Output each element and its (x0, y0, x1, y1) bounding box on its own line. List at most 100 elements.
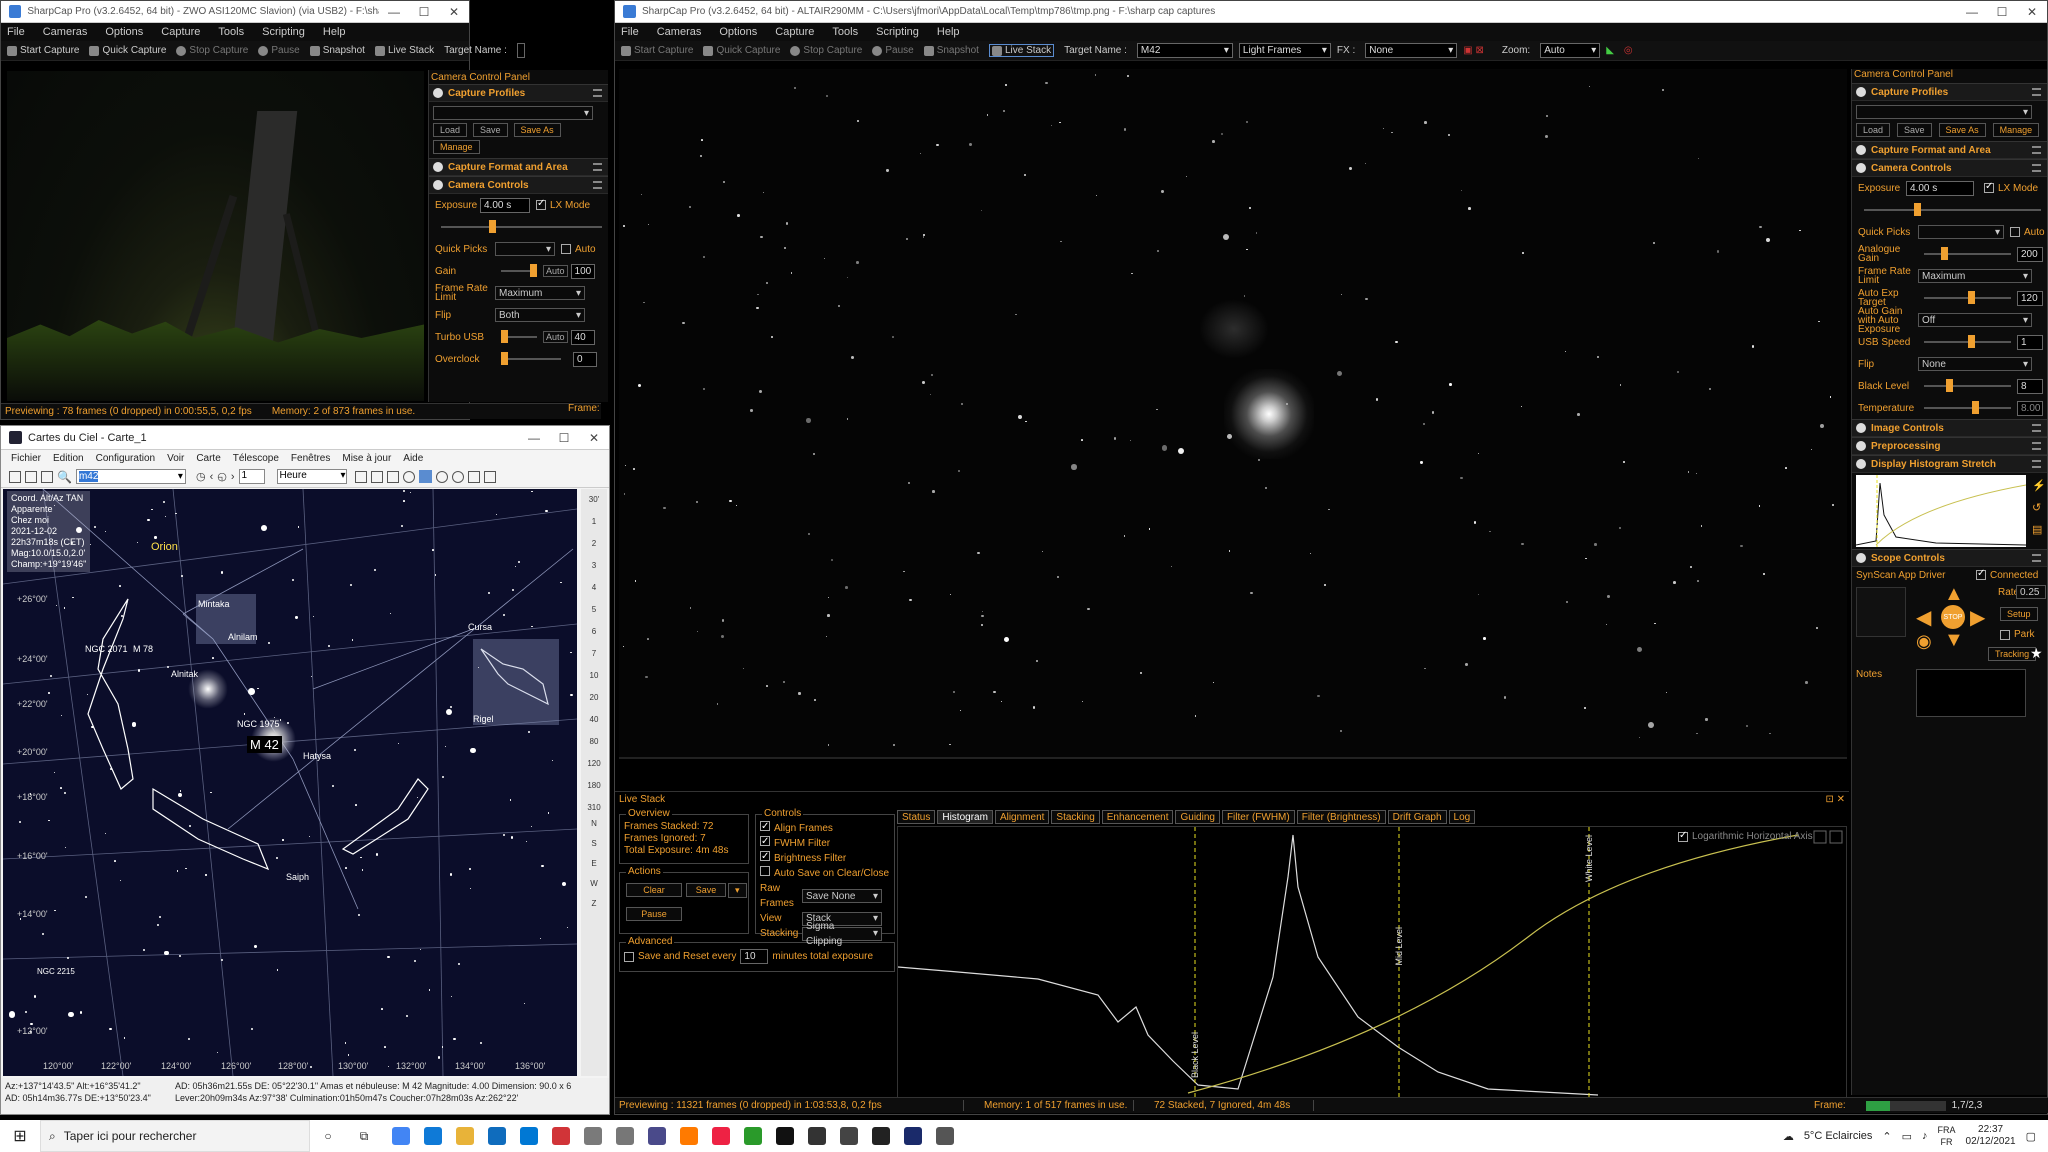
log-axis-toggle[interactable]: Logarithmic Horizontal Axis (1678, 830, 1813, 842)
telescope-icon[interactable] (418, 470, 432, 483)
start-capture-button[interactable]: Start Capture (7, 45, 79, 56)
section-capture-format[interactable]: Capture Format and Area (1852, 141, 2047, 159)
taskbar-app-icon[interactable] (552, 1127, 570, 1145)
minimize-icon[interactable]: — (379, 5, 409, 19)
tab-histogram[interactable]: Histogram (937, 810, 993, 824)
stop-slew-button[interactable]: STOP (1941, 605, 1965, 629)
network-icon[interactable]: ▭ (1902, 1130, 1912, 1143)
fov-item[interactable]: 5 (581, 599, 607, 621)
collapse-icon[interactable] (1856, 145, 1866, 155)
auto-checkbox[interactable] (561, 244, 571, 254)
stop-capture-button[interactable]: Stop Capture (790, 45, 862, 56)
window-titlebar[interactable]: SharpCap Pro (v3.2.6452, 64 bit) - ZWO A… (1, 1, 469, 23)
menu-icon[interactable] (2032, 424, 2041, 432)
stacking-select[interactable]: Sigma Clipping ▾ (802, 921, 882, 947)
pause-stack-button[interactable]: Pause (626, 907, 682, 921)
taskbar-app-icon[interactable] (808, 1127, 826, 1145)
menu-file[interactable]: File (621, 26, 639, 38)
analogue-gain-slider[interactable] (1924, 247, 2011, 260)
menu-cameras[interactable]: Cameras (657, 26, 702, 38)
align-frames-checkbox[interactable] (760, 819, 770, 834)
frame-rate-select[interactable]: Maximum ▾ (1918, 269, 2032, 283)
taskbar-app-icon[interactable] (680, 1127, 698, 1145)
collapse-icon[interactable] (433, 162, 443, 172)
turbo-usb-input[interactable]: 40 (570, 329, 595, 345)
menu-file[interactable]: File (7, 26, 25, 38)
auto-checkbox[interactable] (2010, 227, 2020, 237)
tracking-button[interactable]: Tracking (1988, 647, 2037, 661)
clock-icon[interactable]: ◷ (196, 470, 206, 483)
sky-chart[interactable]: Coord. Alt/Az TAN Apparente Chez moi 202… (3, 489, 577, 1076)
overclock-slider[interactable] (501, 352, 561, 365)
menu-icon[interactable] (593, 181, 602, 189)
gain-slider[interactable] (501, 264, 537, 277)
section-capture-profiles[interactable]: Capture Profiles (1852, 83, 2047, 101)
expand-icon[interactable] (1856, 441, 1866, 451)
expand-icon[interactable] (1856, 423, 1866, 433)
taskbar-app-icon[interactable] (936, 1127, 954, 1145)
clock-date[interactable]: 02/12/2021 (1966, 1136, 2016, 1148)
section-camera-controls[interactable]: Camera Controls (429, 176, 608, 194)
taskbar-app-icon[interactable] (840, 1127, 858, 1145)
task-view-icon[interactable]: ⧉ (346, 1129, 382, 1144)
menu-icon[interactable] (2032, 88, 2041, 96)
clock-time[interactable]: 22:37 (1966, 1124, 2016, 1136)
connected-checkbox[interactable] (1976, 568, 1986, 580)
tab-alignment[interactable]: Alignment (994, 810, 1050, 824)
quick-picks-select[interactable]: ▾ (1918, 225, 2004, 239)
pause-button[interactable]: Pause (258, 45, 300, 56)
quick-picks-select[interactable]: ▾ (495, 242, 555, 256)
taskbar-app-icon[interactable] (392, 1127, 410, 1145)
analogue-gain-input[interactable]: 200 (2017, 246, 2043, 262)
temperature-input[interactable]: 8.00 (2017, 400, 2043, 416)
section-image-controls[interactable]: Image Controls (1852, 419, 2047, 437)
maximize-icon[interactable]: ☐ (1987, 5, 2017, 19)
fov-item[interactable]: 6 (581, 621, 607, 643)
east-icon[interactable]: E (581, 859, 607, 879)
object-search-input[interactable]: m42 ▾ (75, 469, 186, 484)
slew-north-icon[interactable]: ▲ (1944, 583, 1964, 606)
window-titlebar[interactable]: SharpCap Pro (v3.2.6452, 64 bit) - ALTAI… (615, 1, 2047, 23)
menu-icon[interactable] (2032, 442, 2041, 450)
auto-save-checkbox[interactable] (760, 866, 770, 876)
north-icon[interactable]: N (581, 819, 607, 839)
fwhm-filter-checkbox[interactable] (760, 834, 770, 849)
auto-stretch-icon[interactable]: ⚡ (2032, 479, 2046, 492)
lang1[interactable]: FRA (1938, 1124, 1956, 1136)
black-level-input[interactable]: 8 (2017, 378, 2043, 394)
collapse-icon[interactable] (1856, 459, 1866, 469)
auto-exp-target-input[interactable]: 120 (2017, 290, 2043, 306)
load-button[interactable]: Load (1856, 123, 1891, 137)
collapse-icon[interactable] (1856, 163, 1866, 173)
slew-south-icon[interactable]: ▼ (1944, 629, 1964, 652)
overclock-input[interactable]: 0 (573, 351, 597, 367)
gain-auto-button[interactable]: Auto (543, 265, 568, 277)
stop-capture-button[interactable]: Stop Capture (176, 45, 248, 56)
menu-fichier[interactable]: Fichier (11, 453, 41, 464)
reticle-icon[interactable]: ◎ (1624, 45, 1633, 56)
menu-scripting[interactable]: Scripting (262, 26, 305, 38)
undo-icon[interactable] (1829, 830, 1843, 844)
fov-item[interactable]: 30' (581, 489, 607, 511)
close-icon[interactable]: ✕ (2017, 5, 2047, 19)
tab-drift-graph[interactable]: Drift Graph (1387, 810, 1447, 824)
taskbar-app-icon[interactable] (584, 1127, 602, 1145)
fov-item[interactable]: 1 (581, 511, 607, 533)
rotate-icon[interactable] (386, 470, 399, 483)
minutes-input[interactable]: 10 (740, 949, 769, 964)
fov-item[interactable]: 20 (581, 687, 607, 709)
tray-chevron-icon[interactable]: ⌃ (1882, 1130, 1891, 1143)
lang2[interactable]: FR (1938, 1136, 1956, 1148)
slew-west-icon[interactable]: ◀ (1916, 605, 1931, 630)
live-stack-button[interactable]: Live Stack (988, 44, 1055, 57)
save-button[interactable]: Save (473, 123, 508, 137)
notes-textarea[interactable] (1916, 669, 2026, 717)
fov-item[interactable]: 40 (581, 709, 607, 731)
time-unit-select[interactable]: Heure ▾ (276, 469, 347, 484)
save-options-button[interactable]: ▾ (728, 883, 747, 898)
taskbar-app-icon[interactable] (648, 1127, 666, 1145)
clear-button[interactable]: Clear (626, 883, 682, 897)
menu-icon[interactable] (2032, 554, 2041, 562)
save-as-button[interactable]: Save As (513, 123, 561, 137)
zoom-in-icon[interactable] (370, 470, 383, 483)
